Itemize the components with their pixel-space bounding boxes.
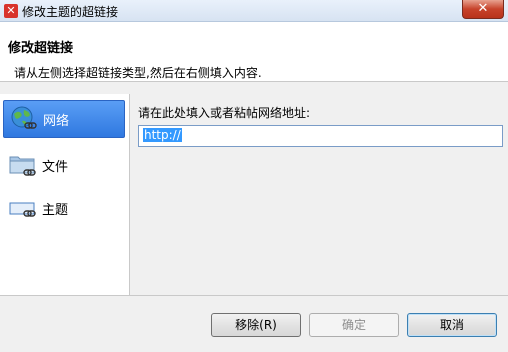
sidebar-item-web[interactable]: 网络	[3, 100, 125, 138]
sidebar-item-label: 主题	[42, 202, 69, 218]
title-bar: ✕ 修改主题的超链接 ✕	[0, 0, 508, 22]
close-button[interactable]: ✕	[462, 0, 504, 19]
link-content-panel: 请在此处填入或者粘帖网络地址: http://	[131, 94, 508, 295]
sidebar-item-label: 网络	[43, 113, 70, 129]
cancel-button[interactable]: 取消	[407, 313, 497, 337]
dialog-footer: 移除(R) 确定 取消	[0, 295, 508, 352]
url-input[interactable]: http://	[138, 125, 503, 147]
folder-link-icon	[8, 152, 38, 178]
ok-button[interactable]: 确定	[309, 313, 399, 337]
app-icon: ✕	[4, 4, 18, 18]
sidebar-item-label: 文件	[42, 159, 69, 175]
window-title: 修改主题的超链接	[22, 5, 119, 19]
globe-link-icon	[9, 106, 39, 132]
sidebar-item-file[interactable]: 文件	[3, 146, 125, 184]
remove-button[interactable]: 移除(R)	[211, 313, 301, 337]
url-input-value: http://	[143, 128, 182, 142]
topic-link-icon	[8, 195, 38, 221]
sidebar-item-topic[interactable]: 主题	[3, 189, 125, 227]
link-type-list: 网络 文件 主题	[0, 94, 130, 295]
dialog-heading: 修改超链接	[8, 41, 74, 56]
dialog-header: 修改超链接 请从左侧选择超链接类型,然后在右侧填入内容.	[0, 22, 508, 82]
dialog-description: 请从左侧选择超链接类型,然后在右侧填入内容.	[14, 66, 262, 80]
url-prompt-label: 请在此处填入或者粘帖网络地址:	[138, 106, 311, 120]
